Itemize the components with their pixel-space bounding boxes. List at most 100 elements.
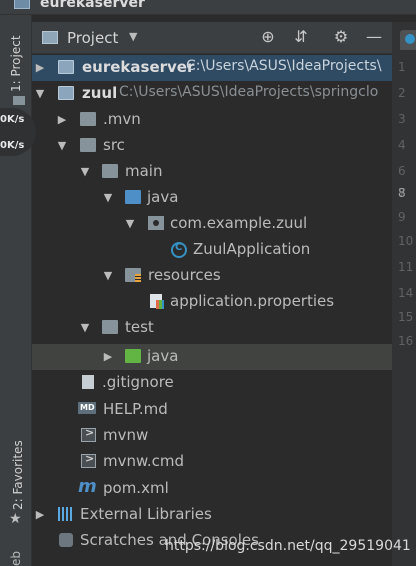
hide-panel-icon[interactable]: — bbox=[364, 27, 384, 46]
project-tool-tab[interactable]: 1: Project bbox=[9, 35, 23, 92]
chevron-down-icon[interactable]: ▼ bbox=[124, 217, 136, 230]
tree-item-mvn[interactable]: ▶ .mvn bbox=[32, 107, 392, 133]
libraries-icon bbox=[58, 507, 74, 521]
package-icon bbox=[148, 216, 164, 230]
panel-title[interactable]: Project bbox=[67, 29, 118, 47]
line-number: 14 bbox=[398, 286, 414, 300]
chevron-down-icon[interactable]: ▼ bbox=[79, 165, 91, 178]
tree-item-label: .gitignore bbox=[102, 373, 174, 391]
chevron-down-icon[interactable]: ▼ bbox=[102, 269, 114, 282]
tree-item-label: test bbox=[125, 318, 154, 336]
tree-item-label: main bbox=[125, 162, 163, 180]
line-number: 9 bbox=[398, 210, 406, 224]
markdown-file-icon bbox=[78, 402, 96, 414]
tree-item-path: C:\Users\ASUS\IdeaProjects\springclo bbox=[119, 84, 379, 100]
line-number: 10 bbox=[398, 234, 414, 248]
tree-item-label: java bbox=[147, 347, 179, 365]
script-file-icon bbox=[81, 452, 96, 468]
window-title: eurekaserver bbox=[40, 0, 145, 11]
tree-item-mvnw-cmd[interactable]: mvnw.cmd bbox=[32, 449, 392, 475]
project-panel-header: Project ▼ ⊕ ⇵ ⚙ — bbox=[32, 22, 392, 54]
class-file-icon bbox=[405, 34, 415, 44]
editor-tab[interactable] bbox=[400, 30, 416, 50]
tree-item-path: C:\Users\ASUS\IdeaProjects\ bbox=[186, 58, 382, 74]
tree-item-label: resources bbox=[148, 266, 221, 284]
line-number: 6 bbox=[398, 164, 406, 178]
folder-icon bbox=[13, 96, 25, 105]
line-number: 2 bbox=[398, 86, 406, 100]
project-tree: ▶ eurekaserver C:\Users\ASUS\IdeaProject… bbox=[32, 55, 392, 566]
module-folder-icon bbox=[58, 86, 74, 100]
line-number: 3 bbox=[398, 112, 406, 126]
tree-item-label: java bbox=[147, 188, 179, 206]
chevron-down-icon[interactable]: ▼ bbox=[79, 321, 91, 334]
folder-icon bbox=[80, 112, 96, 126]
script-file-icon bbox=[81, 426, 96, 442]
chevron-right-icon[interactable]: ▶ bbox=[34, 508, 46, 521]
tree-item-package[interactable]: ▼ com.example.zuul bbox=[32, 211, 392, 237]
favorites-tool-tab[interactable]: 2: Favorites bbox=[11, 440, 25, 510]
tree-item-label: mvnw.cmd bbox=[103, 452, 185, 470]
source-folder-icon bbox=[125, 190, 141, 204]
star-icon[interactable]: ★ bbox=[9, 511, 22, 527]
tree-item-java-main[interactable]: ▼ java bbox=[32, 185, 392, 211]
chevron-down-icon[interactable]: ▼ bbox=[129, 30, 137, 43]
tree-item-mvnw[interactable]: mvnw bbox=[32, 423, 392, 449]
tree-item-eurekaserver[interactable]: ▶ eurekaserver C:\Users\ASUS\IdeaProject… bbox=[32, 55, 392, 81]
tree-item-label: pom.xml bbox=[103, 479, 169, 497]
line-number: 16 bbox=[398, 334, 414, 348]
line-number: 8 bbox=[398, 186, 406, 200]
properties-file-icon bbox=[150, 294, 164, 309]
line-number: 11 bbox=[398, 260, 414, 274]
maven-icon bbox=[78, 476, 98, 497]
line-number: 15 bbox=[398, 310, 414, 324]
tree-item-label: mvnw bbox=[103, 426, 149, 444]
tree-item-zuul[interactable]: ▼ zuul C:\Users\ASUS\IdeaProjects\spring… bbox=[32, 81, 392, 107]
tree-item-resources[interactable]: ▼ resources bbox=[32, 263, 392, 289]
tree-item-label: External Libraries bbox=[80, 505, 212, 523]
resources-folder-icon bbox=[125, 268, 141, 283]
tree-item-label: ZuulApplication bbox=[193, 240, 311, 258]
folder-icon bbox=[102, 320, 118, 334]
tree-item-label: HELP.md bbox=[103, 400, 168, 418]
tree-item-help-md[interactable]: HELP.md bbox=[32, 397, 392, 423]
tree-item-zuulapplication[interactable]: ZuulApplication bbox=[32, 237, 392, 263]
tree-item-label: com.example.zuul bbox=[170, 214, 308, 232]
tree-item-label: .mvn bbox=[103, 110, 141, 128]
line-number: 1 bbox=[398, 60, 406, 74]
scratches-icon bbox=[59, 533, 73, 547]
tree-item-label: zuul bbox=[82, 84, 118, 102]
tree-item-label: application.properties bbox=[170, 292, 335, 310]
tree-item-gitignore[interactable]: .gitignore bbox=[32, 370, 392, 396]
project-icon bbox=[14, 0, 30, 9]
tree-item-java-test[interactable]: ▶ java bbox=[32, 344, 392, 370]
tree-item-pom-xml[interactable]: pom.xml bbox=[32, 476, 392, 502]
test-folder-icon bbox=[125, 349, 141, 363]
tree-item-label: eurekaserver bbox=[82, 58, 195, 76]
chevron-right-icon[interactable]: ▶ bbox=[56, 113, 68, 126]
folder-icon bbox=[102, 164, 118, 178]
web-tool-tab[interactable]: eb bbox=[9, 551, 23, 566]
tree-item-test[interactable]: ▼ test bbox=[32, 315, 392, 341]
chevron-right-icon[interactable]: ▶ bbox=[34, 61, 46, 74]
tree-item-application-properties[interactable]: application.properties bbox=[32, 289, 392, 315]
tree-item-external-libraries[interactable]: ▶ External Libraries bbox=[32, 502, 392, 528]
tree-item-src[interactable]: ▼ src bbox=[32, 133, 392, 159]
download-speed: 0K/s bbox=[0, 140, 25, 151]
gear-icon[interactable]: ⚙ bbox=[331, 27, 351, 46]
chevron-right-icon[interactable]: ▶ bbox=[102, 350, 114, 363]
module-folder-icon bbox=[58, 60, 74, 74]
chevron-down-icon[interactable]: ▼ bbox=[102, 191, 114, 204]
collapse-all-icon[interactable]: ⇵ bbox=[291, 27, 311, 46]
file-icon bbox=[82, 375, 94, 389]
locate-file-icon[interactable]: ⊕ bbox=[258, 27, 278, 46]
class-icon bbox=[171, 242, 187, 258]
chevron-down-icon[interactable]: ▼ bbox=[34, 87, 46, 100]
tree-item-label: src bbox=[103, 136, 125, 154]
title-bar: eurekaserver bbox=[0, 0, 416, 15]
line-number: 4 bbox=[398, 138, 406, 152]
tree-item-main[interactable]: ▼ main bbox=[32, 159, 392, 185]
chevron-down-icon[interactable]: ▼ bbox=[56, 139, 68, 152]
watermark: https://blog.csdn.net/qq_29519041 bbox=[165, 538, 411, 554]
folder-icon bbox=[80, 138, 96, 152]
